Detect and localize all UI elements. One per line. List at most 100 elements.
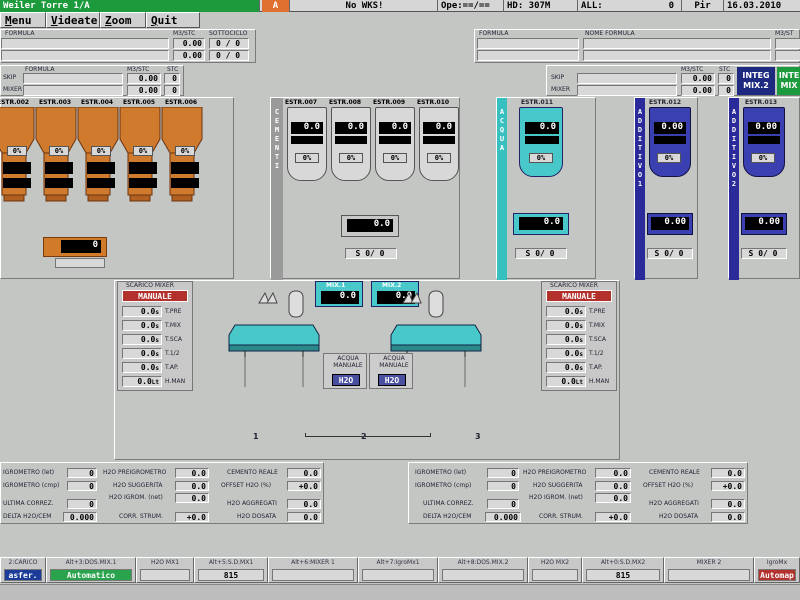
cement-silo-2[interactable] xyxy=(331,107,371,181)
cement-silo-3-value: 0.0 xyxy=(379,122,411,134)
hopper-5[interactable] xyxy=(161,107,205,207)
function-key-5[interactable]: Alt+6:MIXER 1 xyxy=(268,557,358,583)
cement-panel: CEMENTI ESTR.007 0.0 0% ESTR.008 0.0 0% ESTR.0… xyxy=(270,97,460,280)
operator-status: Ope:==/== xyxy=(438,0,504,12)
additive2-silo-label: ESTR.013 xyxy=(745,99,778,106)
cementv-char: C xyxy=(274,108,280,116)
add2v-char: A xyxy=(731,108,737,116)
skip-formula-field[interactable] xyxy=(23,73,123,84)
water-scale-value: 0.0 xyxy=(519,217,563,230)
mixer2-mode-button[interactable]: MANUALE xyxy=(546,290,612,302)
additive2-silo-bar xyxy=(748,136,780,144)
mixer-timer-value: 0.0s xyxy=(122,334,162,345)
conveyor xyxy=(305,433,431,437)
menu-zoom[interactable]: Zoom xyxy=(100,12,146,28)
hopper-4[interactable] xyxy=(119,107,163,207)
mixer-timer-value: 0.0s xyxy=(122,362,162,373)
igro-let-value-r: 0 xyxy=(487,468,519,478)
additive2-panel: ADDITIVO2 ESTR.013 0.00 0% 0.00 S 0/ 0 xyxy=(728,97,800,280)
mixer-formula-field[interactable] xyxy=(23,85,123,96)
function-key-3[interactable]: H2O MX1 xyxy=(136,557,194,583)
waterv-char: A xyxy=(499,108,505,116)
additive1-silo-pct: 0% xyxy=(657,153,681,163)
mixer-formula-field-r[interactable] xyxy=(577,85,677,96)
cement-silo-1[interactable] xyxy=(287,107,327,181)
hopper-3-display xyxy=(87,162,115,174)
menu-videate[interactable]: Videate xyxy=(46,12,100,28)
mixer-timer-value: 0.0s xyxy=(546,306,586,317)
h2o-sugg-value-r: 0.0 xyxy=(595,481,631,491)
additive2-vertical-label: ADDITIVO2 xyxy=(729,108,739,189)
hopper-3[interactable] xyxy=(77,107,121,207)
skip-stc: 0 xyxy=(164,73,180,84)
formula-field-1[interactable] xyxy=(1,38,169,49)
skip-formula-field-r[interactable] xyxy=(577,73,677,84)
igro-cmp-value-r: 0 xyxy=(487,481,519,491)
delta-value: 0.000 xyxy=(63,512,97,522)
offset-value-r: +0.0 xyxy=(711,481,745,491)
function-key-6[interactable]: Alt+7:IgroMx1 xyxy=(358,557,438,583)
mixer-value: 0.00 xyxy=(127,85,161,96)
nome-formula-field-1[interactable] xyxy=(583,38,771,49)
mixer-timer-label: T.PRE xyxy=(165,308,182,315)
mixer1-mode-button[interactable]: MANUALE xyxy=(122,290,188,302)
bottom-status-strip xyxy=(0,584,800,600)
function-key-2[interactable]: Alt+3:DOS.MIX.1 Automatico xyxy=(46,557,136,583)
skip-stc-r: 0 xyxy=(718,73,734,84)
function-key-value: 815 xyxy=(198,569,264,581)
waterv-char: Q xyxy=(499,126,505,134)
water-manual-1-button[interactable]: H2O xyxy=(332,374,360,386)
mixer-value-r: 0.00 xyxy=(681,85,715,96)
formula-field-2[interactable] xyxy=(1,50,169,61)
cement-silo-3-label: ESTR.009 xyxy=(373,99,406,106)
function-key-8[interactable]: H2O MX2 xyxy=(528,557,582,583)
h2o-aggr-value-r: 0.0 xyxy=(711,499,745,509)
function-key-title: H2O MX2 xyxy=(540,559,570,566)
function-key-title: Alt+3:DOS.MIX.1 xyxy=(65,559,117,566)
hopper-2-display xyxy=(45,162,73,174)
water-manual-2: ACQUA MANUALE H2O xyxy=(369,353,413,389)
corr-strum-value: +0.0 xyxy=(175,512,209,522)
sottociclo-2: 0 / 0 xyxy=(209,50,249,61)
formula-right-field-2[interactable] xyxy=(477,50,579,61)
h2o-pre-value: 0.0 xyxy=(175,468,209,478)
mixer-timer-value: 0.0s xyxy=(122,320,162,331)
mixer-timer-label: T.1/2 xyxy=(165,350,180,357)
menu-quit[interactable]: Quit xyxy=(146,12,200,28)
hopper-2[interactable] xyxy=(35,107,79,207)
hopper-2-bar xyxy=(45,178,73,188)
alarm-indicator[interactable]: A xyxy=(262,0,290,12)
cement-silo-3-bar xyxy=(379,136,411,144)
function-key-value: Automap xyxy=(758,569,796,581)
function-key-11[interactable]: IgroMx Automap xyxy=(754,557,800,583)
ult-corr-value: 0 xyxy=(67,499,97,509)
function-key-9[interactable]: Alt+0:S.D.MX2 815 xyxy=(582,557,664,583)
additive1-scale-status: S 0/ 0 xyxy=(647,248,693,259)
function-key-4[interactable]: Alt+5:S.D.MX1 815 xyxy=(194,557,268,583)
function-key-title: IgroMx xyxy=(766,559,788,566)
integ-mix2-button[interactable]: INTEG MIX.2 xyxy=(737,67,775,95)
mixer-timer-value: 0.0s xyxy=(122,348,162,359)
menu-menu[interactable]: Menu xyxy=(0,12,46,28)
mixer-timer-value: 0.0s xyxy=(122,306,162,317)
cement-silo-1-pct: 0% xyxy=(295,153,319,163)
mixer-timer-label: T.AP. xyxy=(165,364,179,371)
function-key-7[interactable]: Alt+8:DOS.MIX.2 xyxy=(438,557,528,583)
formula-right-label: FORMULA xyxy=(479,30,509,37)
nome-formula-field-2[interactable] xyxy=(583,50,771,61)
integ-mix-button[interactable]: INTE MIX xyxy=(777,67,800,95)
hopper-1[interactable] xyxy=(0,107,37,207)
mixer-timer-label: T.PRE xyxy=(589,308,606,315)
function-key-1[interactable]: 2:CARICO asfer. xyxy=(0,557,46,583)
cement-silo-4[interactable] xyxy=(419,107,459,181)
h2o-dosata-value-r: 0.0 xyxy=(711,512,745,522)
water-scale-status: S 0/ 0 xyxy=(515,248,567,259)
function-key-10[interactable]: MIXER 2 xyxy=(664,557,754,583)
cement-silo-3[interactable] xyxy=(375,107,415,181)
formula-right-field-1[interactable] xyxy=(477,38,579,49)
water-manual-2-button[interactable]: H2O xyxy=(378,374,406,386)
hopper-4-pct: 0% xyxy=(133,146,153,156)
m3-right-2 xyxy=(775,50,800,61)
mixer-timer-label: H.MAN xyxy=(165,378,186,385)
h2o-sugg-value: 0.0 xyxy=(175,481,209,491)
